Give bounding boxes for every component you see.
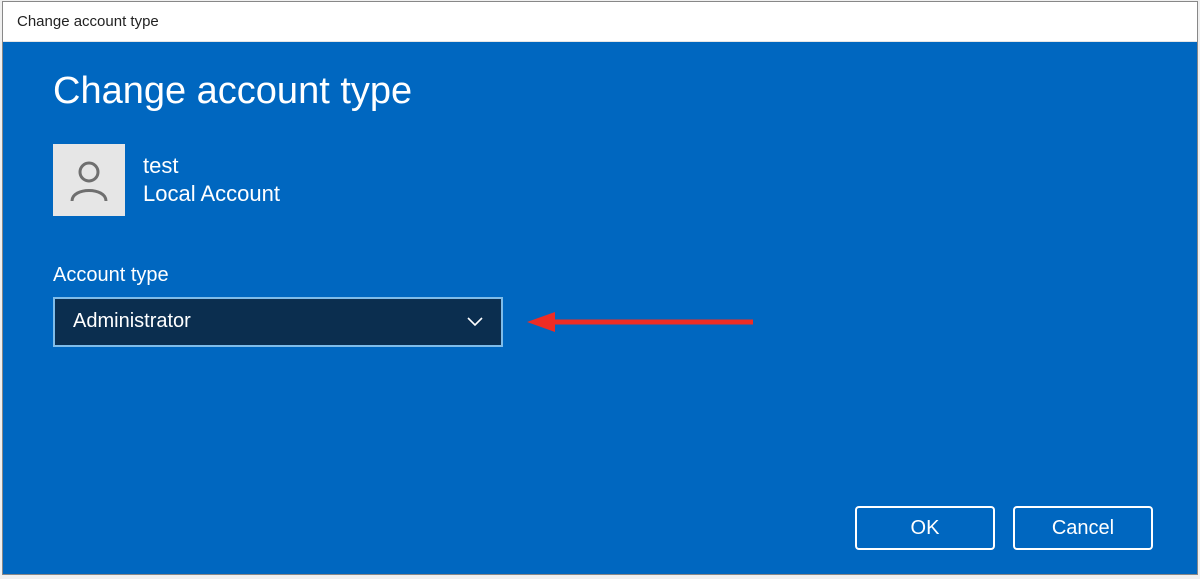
dialog-body: Change account type test Local Account A… [3,42,1197,574]
user-name: test [143,152,280,180]
window-titlebar[interactable]: Change account type [3,2,1197,42]
user-subtitle: Local Account [143,180,280,208]
user-block: test Local Account [53,144,1147,216]
select-row: Administrator [53,297,1147,347]
cancel-button[interactable]: Cancel [1013,506,1153,550]
user-text: test Local Account [143,152,280,207]
ok-button[interactable]: OK [855,506,995,550]
annotation-arrow [527,308,757,336]
user-avatar [53,144,125,216]
account-type-value: Administrator [73,310,191,333]
dialog-footer: OK Cancel [855,506,1153,550]
account-type-label: Account type [53,264,1147,287]
page-title: Change account type [53,70,1147,114]
chevron-down-icon [467,310,483,333]
person-icon [66,157,112,203]
window-title: Change account type [17,13,159,30]
dialog-window: Change account type Change account type … [2,1,1198,575]
account-type-select[interactable]: Administrator [53,297,503,347]
